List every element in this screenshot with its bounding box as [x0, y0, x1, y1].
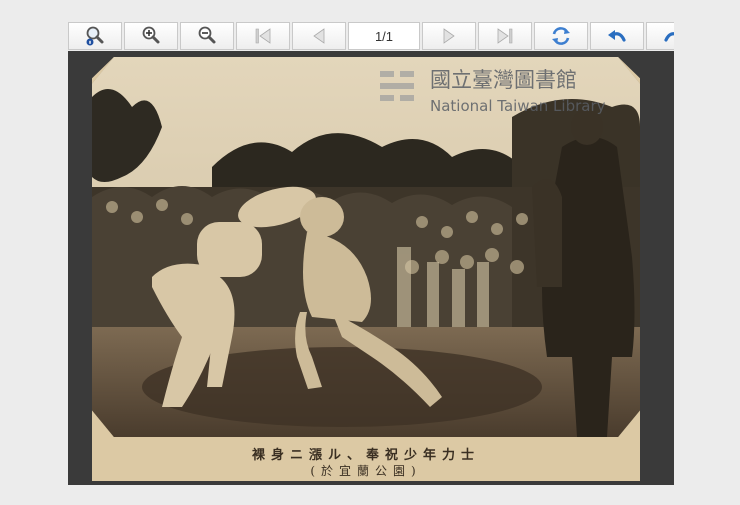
- scanned-photo-card: 國立臺灣圖書館 National Taiwan Library 裸身ニ漲ル、奉祝…: [92, 57, 640, 481]
- undo-button[interactable]: [590, 22, 644, 50]
- next-page-button[interactable]: [422, 22, 476, 50]
- library-watermark: 國立臺灣圖書館 National Taiwan Library: [380, 68, 606, 115]
- rotate-icon: [552, 27, 570, 45]
- search-button[interactable]: [68, 22, 122, 50]
- rotate-button[interactable]: [534, 22, 588, 50]
- watermark-title-en: National Taiwan Library: [430, 97, 606, 115]
- watermark-title-zh: 國立臺灣圖書館: [430, 68, 577, 92]
- viewer-toolbar: 1/1: [68, 21, 674, 51]
- last-page-button[interactable]: [478, 22, 532, 50]
- last-page-icon: [497, 28, 513, 44]
- zoom-in-button[interactable]: [124, 22, 178, 50]
- undo-icon: [608, 30, 626, 42]
- photo-caption-location: (於宜蘭公園): [310, 464, 422, 478]
- library-logo-icon: [380, 71, 414, 101]
- photo-caption-main: 裸身ニ漲ル、奉祝少年力士: [251, 448, 480, 463]
- zoom-in-icon: [142, 26, 160, 44]
- search-icon: [86, 26, 104, 46]
- redo-icon: [664, 32, 674, 42]
- previous-page-icon: [313, 28, 325, 44]
- image-viewer: 國立臺灣圖書館 National Taiwan Library 裸身ニ漲ル、奉祝…: [68, 51, 674, 485]
- first-page-button[interactable]: [236, 22, 290, 50]
- first-page-icon: [255, 28, 271, 44]
- previous-page-button[interactable]: [292, 22, 346, 50]
- page-indicator[interactable]: 1/1: [348, 22, 420, 50]
- redo-button[interactable]: [646, 22, 674, 50]
- zoom-out-icon: [198, 26, 216, 44]
- zoom-out-button[interactable]: [180, 22, 234, 50]
- next-page-icon: [443, 28, 455, 44]
